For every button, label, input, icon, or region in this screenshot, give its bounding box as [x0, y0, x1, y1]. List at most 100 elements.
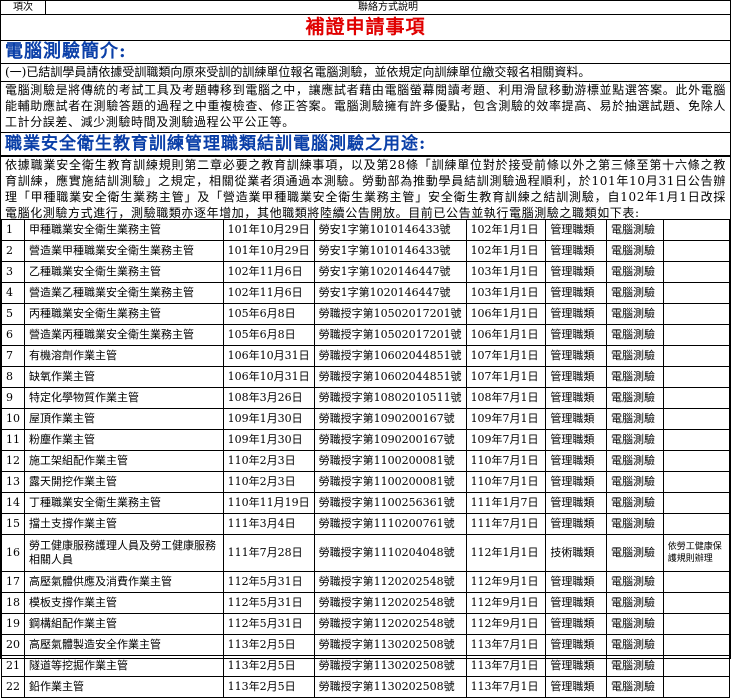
document-number-cell: 勞職授字第1120202548號	[313, 613, 467, 635]
effective-date-cell: 106年1月1日	[465, 303, 547, 325]
category-name-cell: 丙種職業安全衛生業務主管	[24, 303, 224, 325]
row-index-cell: 14	[1, 492, 25, 514]
table-row: 22 鉛作業主管 113年2月5日 勞職授字第1130202508號 113年7月1日管…	[1, 676, 731, 698]
row-index-cell: 20	[1, 634, 25, 656]
table-row: 17 高壓氣體供應及消費作業主管 112年5月31日 勞職授字第1120202548號…	[1, 571, 731, 593]
intro-paragraph: 電腦測驗是將傳統的考試工具及考題轉移到電腦之中，讓應試者藉由電腦螢幕閱讀考題、利…	[5, 83, 726, 129]
document-number-cell: 勞職授字第10802010511號	[313, 387, 467, 409]
remark-cell	[662, 429, 731, 451]
category-name-cell: 鋼構組配作業主管	[24, 613, 224, 635]
exam-category-table: 1 甲種職業安全衛生業務主管 101年10月29日 勞安1字第1010146433號 1…	[1, 219, 731, 698]
category-type-cell: 管理職類	[545, 450, 607, 472]
document-number-cell: 勞職授字第10502017201號	[313, 324, 467, 346]
row-index-cell: 12	[1, 450, 25, 472]
effective-date-cell: 102年1月1日	[465, 240, 547, 262]
row-index-cell: 16	[1, 534, 25, 572]
purpose-paragraph: 依據職業安全衛生教育訓練規則第二章必要之教育訓練事項，以及第28條「訓練單位對於…	[1, 156, 730, 220]
announce-date-cell: 109年1月30日	[222, 429, 315, 451]
row-index-cell: 1	[1, 219, 25, 241]
category-type-cell: 管理職類	[545, 408, 607, 430]
document-number-cell: 勞職授字第1090200167號	[313, 408, 467, 430]
test-method-cell: 電腦測驗	[605, 219, 664, 241]
table-row: 14 丁種職業安全衛生業務主管 110年11月19日 勞職授字第1100256361號…	[1, 492, 731, 514]
remark-cell	[662, 471, 731, 493]
category-name-cell: 露天開挖作業主管	[24, 471, 224, 493]
table-row: 15 擋土支撐作業主管 111年3月4日 勞職授字第1110200761號 111年7月…	[1, 513, 731, 535]
announce-date-cell: 101年10月29日	[222, 219, 315, 241]
row-index-cell: 7	[1, 345, 25, 367]
category-type-cell: 管理職類	[545, 261, 607, 283]
document-number-cell: 勞職授字第10602044851號	[313, 345, 467, 367]
category-name-cell: 高壓氣體製造安全作業主管	[24, 634, 224, 656]
category-type-cell: 管理職類	[545, 676, 607, 698]
table-row: 5 丙種職業安全衛生業務主管 105年6月8日 勞職授字第10502017201號 10…	[1, 303, 731, 325]
table-row: 19 鋼構組配作業主管 112年5月31日 勞職授字第1120202548號 112年9…	[1, 613, 731, 635]
announce-date-cell: 112年5月31日	[222, 571, 315, 593]
category-type-cell: 管理職類	[545, 282, 607, 304]
category-type-cell: 管理職類	[545, 219, 607, 241]
remark-cell	[662, 261, 731, 283]
category-type-cell: 管理職類	[545, 592, 607, 614]
table-row: 13 露天開挖作業主管 110年2月3日 勞職授字第1100200081號 110年7月…	[1, 471, 731, 493]
effective-date-cell: 113年7月1日	[465, 676, 547, 698]
remark-cell	[662, 613, 731, 635]
effective-date-cell: 103年1月1日	[465, 261, 547, 283]
category-name-cell: 屋頂作業主管	[24, 408, 224, 430]
category-name-cell: 營造業乙種職業安全衛生業務主管	[24, 282, 224, 304]
announce-date-cell: 113年2月5日	[222, 634, 315, 656]
effective-date-cell: 113年7月1日	[465, 634, 547, 656]
announce-date-cell: 112年5月31日	[222, 592, 315, 614]
remark-cell	[662, 571, 731, 593]
category-name-cell: 甲種職業安全衛生業務主管	[24, 219, 224, 241]
remark-cell: 依勞工健康保護規則辦理	[662, 534, 731, 572]
effective-date-cell: 112年1月1日	[465, 534, 547, 572]
category-name-cell: 丁種職業安全衛生業務主管	[24, 492, 224, 514]
category-name-cell: 營造業甲種職業安全衛生業務主管	[24, 240, 224, 262]
table-row: 3 乙種職業安全衛生業務主管 102年11月6日 勞安1字第1020146447號 10…	[1, 261, 731, 283]
announce-date-cell: 106年10月31日	[222, 366, 315, 388]
category-type-cell: 管理職類	[545, 634, 607, 656]
test-method-cell: 電腦測驗	[605, 634, 664, 656]
row-index-cell: 15	[1, 513, 25, 535]
document-number-cell: 勞職授字第1110204048號	[313, 534, 467, 572]
category-name-cell: 缺氧作業主管	[24, 366, 224, 388]
document-number-cell: 勞安1字第1020146447號	[313, 261, 467, 283]
test-method-cell: 電腦測驗	[605, 613, 664, 635]
remark-cell	[662, 634, 731, 656]
row-index-cell: 5	[1, 303, 25, 325]
test-method-cell: 電腦測驗	[605, 592, 664, 614]
effective-date-cell: 112年9月1日	[465, 613, 547, 635]
test-method-cell: 電腦測驗	[605, 345, 664, 367]
table-row: 2 營造業甲種職業安全衛生業務主管 101年10月29日 勞安1字第101014643…	[1, 240, 731, 262]
effective-date-cell: 102年1月1日	[465, 219, 547, 241]
test-method-cell: 電腦測驗	[605, 408, 664, 430]
table-row: 16 勞工健康服務護理人員及勞工健康服務相關人員 111年7月28日 勞職授字第111…	[1, 534, 731, 572]
document-number-cell: 勞職授字第1100200081號	[313, 471, 467, 493]
category-name-cell: 施工架組配作業主管	[24, 450, 224, 472]
document-number-cell: 勞職授字第1130202508號	[313, 676, 467, 698]
document-number-cell: 勞安1字第1020146447號	[313, 282, 467, 304]
remark-cell	[662, 219, 731, 241]
effective-date-cell: 103年1月1日	[465, 282, 547, 304]
table-row: 18 模板支撐作業主管 112年5月31日 勞職授字第1120202548號 112年9…	[1, 592, 731, 614]
category-name-cell: 有機溶劑作業主管	[24, 345, 224, 367]
document-number-cell: 勞職授字第1100200081號	[313, 450, 467, 472]
announce-date-cell: 111年7月28日	[222, 534, 315, 572]
remark-cell	[662, 282, 731, 304]
row-index-cell: 4	[1, 282, 25, 304]
row-index-cell: 2	[1, 240, 25, 262]
section-title-intro: 電腦測驗簡介:	[1, 40, 730, 64]
test-method-cell: 電腦測驗	[605, 366, 664, 388]
table-row: 12 施工架組配作業主管 110年2月3日 勞職授字第1100200081號 110年7…	[1, 450, 731, 472]
table-header: 項次 聯絡方式說明	[1, 1, 730, 15]
remark-cell	[662, 450, 731, 472]
reissue-banner-title: 補證申請事項	[305, 16, 426, 38]
table-row: 20 高壓氣體製造安全作業主管 113年2月5日 勞職授字第1130202508號 11…	[1, 634, 731, 656]
effective-date-cell: 111年7月1日	[465, 513, 547, 535]
category-type-cell: 管理職類	[545, 240, 607, 262]
row-index-cell: 19	[1, 613, 25, 635]
remark-cell	[662, 592, 731, 614]
test-method-cell: 電腦測驗	[605, 492, 664, 514]
category-type-cell: 管理職類	[545, 387, 607, 409]
document-number-cell: 勞職授字第1110200761號	[313, 513, 467, 535]
